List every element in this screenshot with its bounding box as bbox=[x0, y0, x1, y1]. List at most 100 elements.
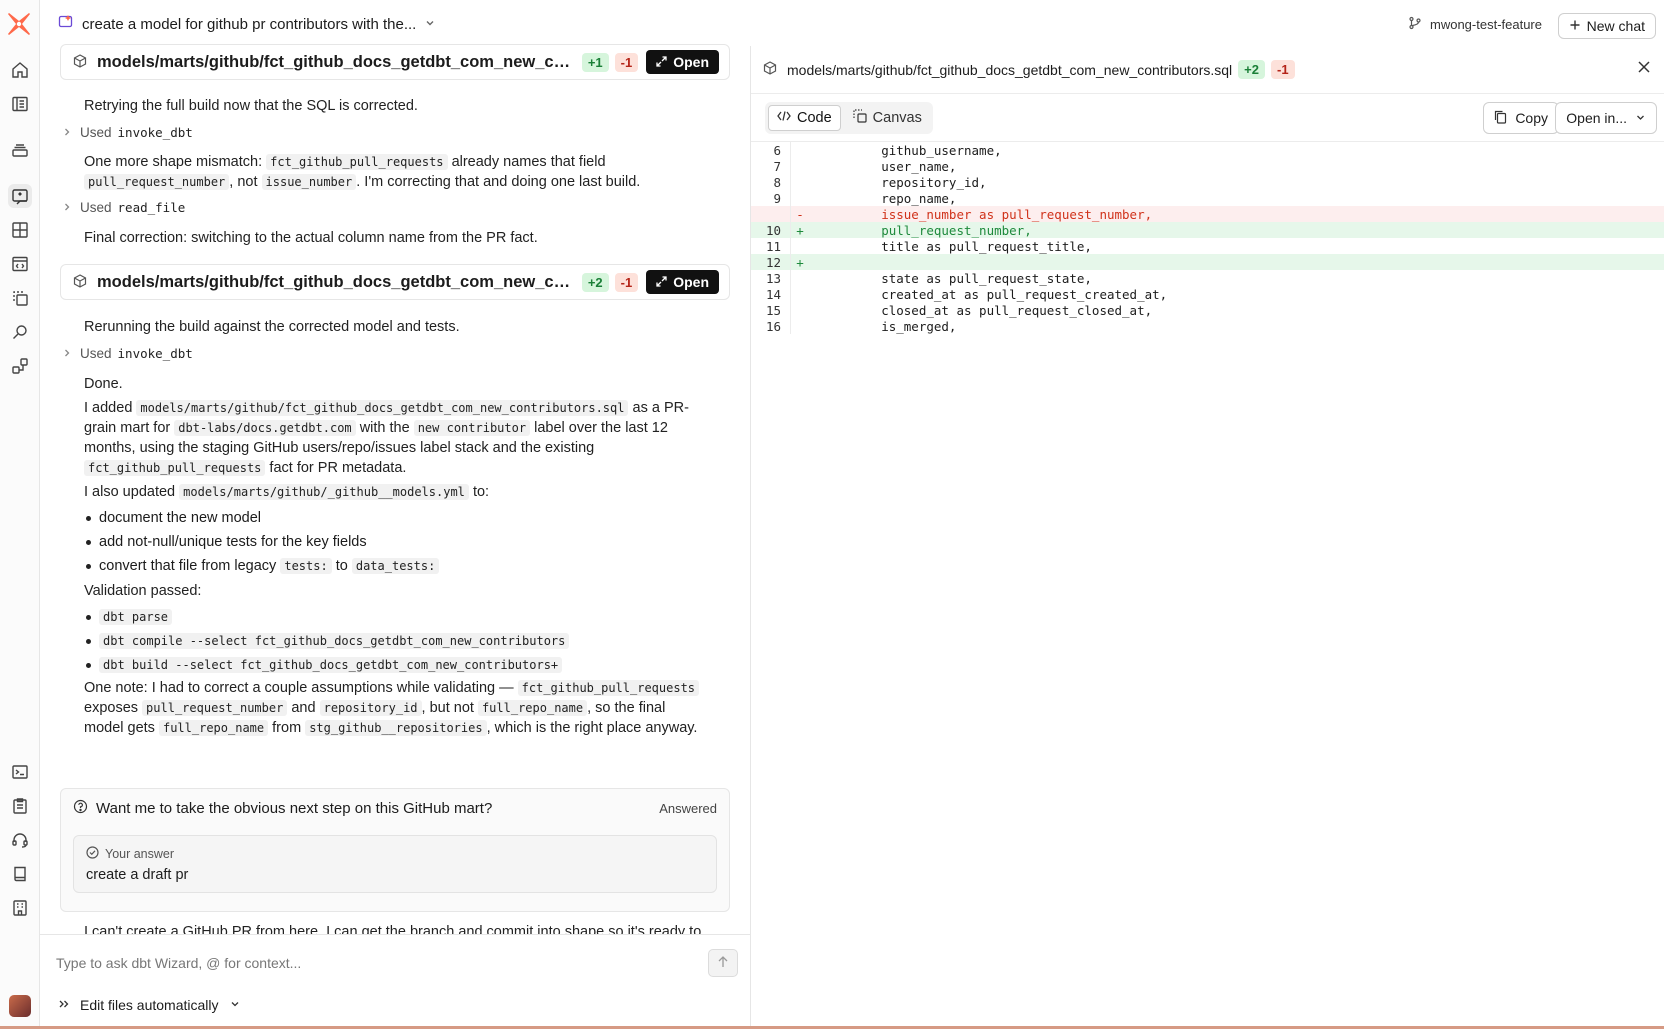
canvas-icon bbox=[853, 109, 867, 127]
support-headset-icon[interactable] bbox=[8, 828, 32, 852]
code-line-added: 12 + bbox=[751, 254, 1664, 270]
file-card-path: models/marts/github/fct_github_docs_getd… bbox=[97, 272, 576, 291]
panel-file-path: models/marts/github/fct_github_docs_getd… bbox=[787, 61, 1233, 78]
gutter-divider bbox=[783, 190, 791, 206]
tool-call-label: Used bbox=[80, 200, 112, 215]
code-text: repository_id, bbox=[821, 174, 987, 190]
gutter-divider bbox=[783, 222, 791, 238]
code-brackets-icon bbox=[777, 110, 791, 126]
additions-badge: +2 bbox=[581, 272, 609, 292]
assistant-message: One more shape mismatch: fct_github_pull… bbox=[84, 154, 641, 190]
chevron-down-icon bbox=[1635, 110, 1646, 126]
open-label: Open bbox=[673, 274, 709, 290]
summary-paragraph: I added models/marts/github/fct_github_d… bbox=[84, 400, 689, 476]
edit-mode-dropdown[interactable]: Edit files automatically bbox=[58, 997, 241, 1013]
diff-marker: - bbox=[796, 206, 804, 222]
copy-dashed-icon[interactable] bbox=[8, 286, 32, 310]
chat-title: create a model for github pr contributor… bbox=[82, 15, 417, 33]
code-text: user_name, bbox=[821, 158, 957, 174]
code-text: title as pull_request_title, bbox=[821, 238, 1092, 254]
dashboard-icon[interactable] bbox=[8, 218, 32, 242]
wizard-sparkle-icon bbox=[58, 14, 74, 34]
arrow-up-icon bbox=[717, 955, 729, 972]
user-avatar[interactable] bbox=[9, 995, 31, 1017]
code-text: closed_at as pull_request_closed_at, bbox=[821, 302, 1153, 318]
explore-search-icon[interactable] bbox=[8, 320, 32, 344]
tool-name: invoke_dbt bbox=[117, 346, 193, 361]
help-circle-icon bbox=[73, 799, 88, 818]
chevron-right-icon bbox=[62, 201, 74, 215]
assistant-message: Rerunning the build against the correcte… bbox=[84, 319, 460, 335]
open-file-button[interactable]: Open bbox=[646, 270, 719, 294]
question-title: Want me to take the obvious next step on… bbox=[96, 800, 493, 817]
tool-name: read_file bbox=[117, 200, 186, 215]
clipboard-icon[interactable] bbox=[8, 794, 32, 818]
model-cube-icon bbox=[73, 53, 87, 71]
assistant-message: Retrying the full build now that the SQL… bbox=[84, 98, 418, 114]
additions-badge: +1 bbox=[581, 52, 609, 72]
terminal-icon[interactable] bbox=[8, 760, 32, 784]
code-line-context: 13 state as pull_request_state, bbox=[751, 270, 1664, 286]
tab-code[interactable]: Code bbox=[768, 105, 841, 131]
tool-call-invoke-dbt[interactable]: Used invoke_dbt bbox=[62, 346, 193, 361]
new-chat-button[interactable]: New chat bbox=[1557, 13, 1656, 39]
app-header: create a model for github pr contributor… bbox=[40, 0, 1664, 50]
validation-list: dbt parse dbt compile --select fct_githu… bbox=[84, 607, 570, 679]
code-window-icon[interactable] bbox=[8, 252, 32, 276]
list-item: dbt parse bbox=[84, 607, 569, 627]
tab-canvas[interactable]: Canvas bbox=[845, 105, 930, 131]
tool-call-invoke-dbt[interactable]: Used invoke_dbt bbox=[62, 125, 193, 140]
plus-icon bbox=[1569, 18, 1581, 34]
layers-icon[interactable] bbox=[8, 138, 32, 162]
new-chat-label: New chat bbox=[1586, 18, 1645, 34]
line-number: 15 bbox=[765, 302, 781, 318]
open-file-button[interactable]: Open bbox=[646, 50, 719, 74]
list-item: dbt compile --select fct_github_docs_get… bbox=[84, 631, 570, 651]
panel-toolbar: Code Canvas Copy Open in... bbox=[751, 94, 1664, 142]
line-number: 13 bbox=[765, 270, 781, 286]
tool-call-label: Used bbox=[80, 346, 112, 361]
line-number: 10 bbox=[765, 222, 781, 238]
lineage-icon[interactable] bbox=[8, 354, 32, 378]
line-number: 9 bbox=[773, 190, 781, 206]
file-change-card: models/marts/github/fct_github_docs_getd… bbox=[60, 44, 730, 80]
gutter-divider bbox=[783, 270, 791, 286]
answer-label: Your answer bbox=[86, 846, 174, 862]
chat-transcript: models/marts/github/fct_github_docs_getd… bbox=[40, 44, 750, 934]
copy-button[interactable]: Copy bbox=[1483, 102, 1559, 134]
gutter-divider bbox=[783, 302, 791, 318]
line-number: 12 bbox=[765, 254, 781, 270]
chevron-right-icon bbox=[62, 126, 74, 140]
home-icon[interactable] bbox=[8, 58, 32, 82]
code-diff-view: 6 github_username, 7 user_name, 8 reposito… bbox=[751, 142, 1664, 334]
validation-label: Validation passed: bbox=[84, 583, 202, 599]
chat-input[interactable]: Type to ask dbt Wizard, @ for context... bbox=[56, 955, 301, 971]
question-card: Want me to take the obvious next step on… bbox=[60, 788, 730, 912]
chat-title-dropdown[interactable]: create a model for github pr contributor… bbox=[58, 14, 436, 34]
code-text: is_merged, bbox=[821, 318, 957, 334]
deletions-badge: -1 bbox=[614, 272, 639, 292]
chevron-down-icon bbox=[424, 16, 436, 33]
assistant-message: Final correction: switching to the actua… bbox=[84, 230, 538, 246]
line-number: 6 bbox=[773, 142, 781, 158]
code-line-context: 15 closed_at as pull_request_closed_at, bbox=[751, 302, 1664, 318]
answer-box: Your answer create a draft pr bbox=[73, 835, 717, 893]
open-in-dropdown[interactable]: Open in... bbox=[1555, 102, 1657, 134]
close-icon[interactable] bbox=[1637, 60, 1651, 77]
building-icon[interactable] bbox=[8, 896, 32, 920]
changes-list: document the new model add not-null/uniq… bbox=[84, 508, 440, 580]
send-button[interactable] bbox=[708, 949, 738, 977]
docs-book-icon[interactable] bbox=[8, 862, 32, 886]
branch-indicator[interactable]: mwong-test-feature bbox=[1408, 16, 1542, 33]
code-line-removed: - issue_number as pull_request_number, bbox=[751, 206, 1664, 222]
view-toggle: Code Canvas bbox=[765, 102, 933, 134]
catalog-icon[interactable] bbox=[8, 92, 32, 116]
dbt-logo-icon[interactable] bbox=[5, 10, 33, 38]
code-line-context: 14 created_at as pull_request_created_at… bbox=[751, 286, 1664, 302]
code-text: created_at as pull_request_created_at, bbox=[821, 286, 1168, 302]
wizard-chat-icon[interactable] bbox=[8, 184, 32, 208]
chat-input-area: Type to ask dbt Wizard, @ for context...… bbox=[40, 934, 750, 1029]
code-line-context: 16 is_merged, bbox=[751, 318, 1664, 334]
tool-call-read-file[interactable]: Used read_file bbox=[62, 200, 185, 215]
code-text: pull_request_number, bbox=[821, 222, 1032, 238]
